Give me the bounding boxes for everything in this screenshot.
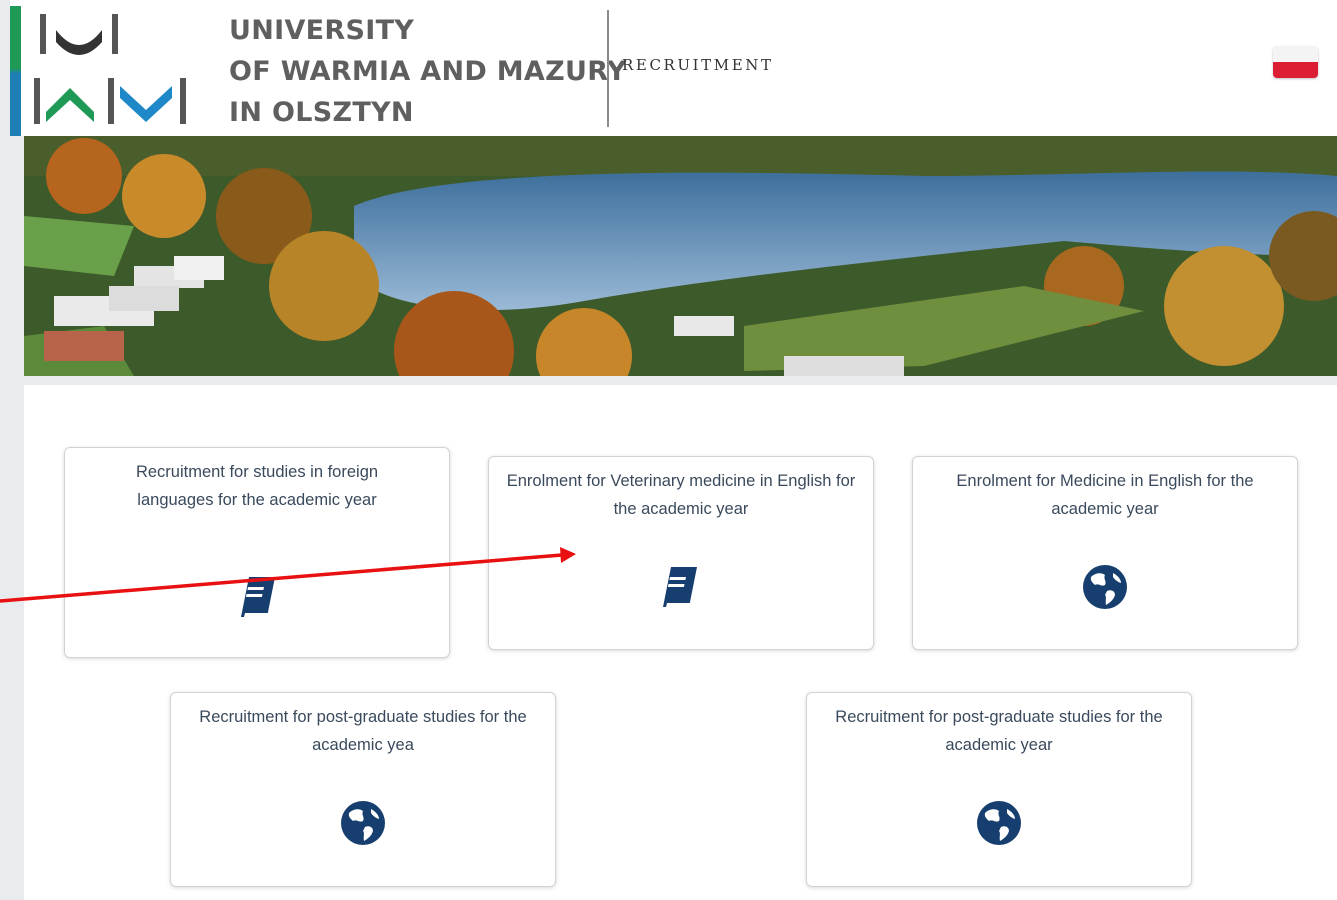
globe-icon — [1083, 565, 1127, 609]
globe-icon — [977, 801, 1021, 845]
university-name-line-1: UNIVERSITY — [229, 15, 415, 46]
card-post-graduate-studies-2[interactable]: Recruitment for post-graduate studies fo… — [806, 692, 1192, 887]
card-medicine-english[interactable]: Enrolment for Medicine in English for th… — [912, 456, 1298, 650]
university-name[interactable]: UNIVERSITY OF WARMIA AND MAZURY IN OLSZT… — [229, 10, 627, 133]
card-title: Enrolment for Medicine in English for th… — [956, 472, 1254, 518]
globe-icon — [341, 801, 385, 845]
card-title: Enrolment for Veterinary medicine in Eng… — [506, 472, 856, 518]
card-title: Recruitment for post-graduate studies fo… — [835, 708, 1163, 754]
header-divider — [607, 10, 609, 127]
language-switch-poland-flag[interactable] — [1273, 46, 1318, 78]
book-icon — [663, 567, 697, 607]
card-veterinary-medicine-english[interactable]: Enrolment for Veterinary medicine in Eng… — [488, 456, 874, 650]
university-logo[interactable] — [30, 8, 190, 130]
university-name-line-3: IN OLSZTYN — [229, 97, 414, 128]
card-post-graduate-studies-1[interactable]: Recruitment for post-graduate studies fo… — [170, 692, 556, 887]
university-name-line-2: OF WARMIA AND MAZURY — [229, 56, 627, 87]
lake-campus-banner — [24, 136, 1337, 376]
accent-bar — [10, 6, 21, 136]
banner-image — [24, 136, 1337, 376]
card-foreign-languages-studies[interactable]: Recruitment for studies in foreign langu… — [64, 447, 450, 658]
book-icon — [241, 577, 275, 617]
card-title: Recruitment for post-graduate studies fo… — [199, 708, 527, 754]
card-title: Recruitment for studies in foreign langu… — [135, 463, 379, 509]
section-label: RECRUITMENT — [622, 56, 774, 74]
